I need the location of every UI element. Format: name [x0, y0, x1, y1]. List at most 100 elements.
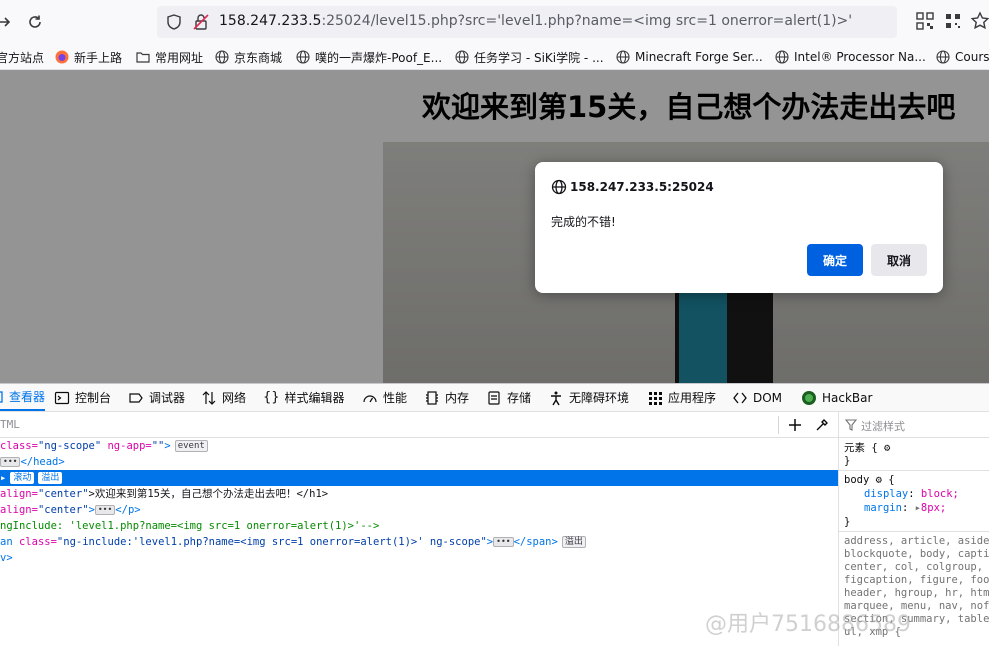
console-icon — [54, 391, 70, 404]
url-text[interactable]: 158.247.233.5:25024/level15.php?src='lev… — [219, 13, 852, 29]
ok-button[interactable]: 确定 — [807, 244, 863, 276]
event-badge[interactable]: event — [174, 440, 208, 452]
tab-label: 内存 — [445, 391, 470, 405]
bookmark-item[interactable]: 京东商城 — [215, 48, 282, 66]
bookmark-label: 任务学习 - SiKi学院 - ... — [474, 50, 604, 65]
folder-icon — [136, 52, 150, 63]
property-name: display — [864, 488, 909, 500]
bookmark-item[interactable]: 任务学习 - SiKi学院 - ... — [455, 48, 604, 66]
markup-line-selected[interactable]: ▸ 滚动 溢出 — [0, 470, 838, 486]
bookmarks-toolbar: 官方站点 新手上路 常用网址 京东商城 噗的一声爆炸-Poof_E... 任务学… — [0, 44, 989, 70]
rule-divider — [839, 470, 989, 471]
element-rule[interactable]: 元素 { ⚙ — [844, 442, 890, 455]
url-host: 158.247.233.5 — [219, 13, 322, 29]
tab-inspector[interactable]: 查看器 — [0, 384, 46, 411]
insecure-lock-icon[interactable] — [192, 13, 210, 31]
shield-icon[interactable] — [165, 13, 183, 31]
url-path: :25024/level15.php?src='level1.php?name=… — [321, 13, 853, 29]
tab-label: 样式编辑器 — [284, 391, 345, 405]
bookmark-item[interactable]: 新手上路 — [55, 48, 122, 66]
tab-label: 存储 — [507, 391, 532, 405]
bookmark-label: 官方站点 — [0, 50, 45, 65]
bookmark-star-icon[interactable] — [970, 11, 989, 31]
debugger-icon — [129, 392, 143, 403]
markup-line[interactable]: ngInclude: 'level1.php?name=<img src=1 o… — [0, 518, 379, 534]
dom-icon — [733, 392, 747, 403]
globe-icon — [936, 50, 950, 64]
bookmark-item[interactable]: Intel® Processor Na... — [775, 48, 926, 66]
bookmark-item[interactable]: Minecraft Forge Ser... — [616, 48, 763, 66]
ua-selector-line: figcaption, figure, foote — [844, 574, 989, 586]
memory-icon — [426, 390, 438, 405]
qr-scan-icon[interactable] — [943, 11, 963, 31]
tab-hackbar[interactable]: HackBar — [801, 384, 872, 411]
gear-icon[interactable]: ⚙ — [884, 442, 890, 454]
tab-network[interactable]: 网络 — [201, 384, 246, 411]
reload-button[interactable] — [23, 10, 47, 34]
tab-dom[interactable]: DOM — [732, 384, 782, 411]
tab-performance[interactable]: 性能 — [362, 384, 407, 411]
body-rule[interactable]: body ⚙ { — [844, 474, 895, 487]
selector: body — [844, 474, 870, 486]
overflow-badge[interactable]: 溢出 — [561, 536, 586, 548]
markup-line[interactable]: ••• </head> — [0, 454, 65, 470]
markup-line[interactable]: v> — [0, 550, 13, 566]
overflow-badge[interactable]: 溢出 — [38, 472, 63, 484]
markup-line[interactable]: align="center"> ••• </p> — [0, 502, 141, 518]
plus-icon[interactable] — [788, 418, 802, 432]
reload-icon — [29, 15, 41, 28]
bookmark-label: Cours — [955, 50, 989, 64]
tab-accessibility[interactable]: 无障碍环境 — [548, 384, 629, 411]
dialog-origin: 158.247.233.5:25024 — [570, 180, 714, 194]
bookmark-folder[interactable]: 常用网址 — [136, 48, 203, 66]
scroll-badge[interactable]: 滚动 — [10, 472, 35, 484]
bookmark-item[interactable]: 官方站点 — [0, 48, 44, 66]
bookmark-label: Intel® Processor Na... — [794, 50, 926, 64]
application-icon — [649, 391, 662, 405]
tab-label: 调试器 — [149, 391, 186, 405]
eyedropper-icon[interactable] — [815, 418, 829, 432]
url-bar[interactable]: 158.247.233.5:25024/level15.php?src='lev… — [157, 6, 897, 38]
collapsed-ellipsis[interactable]: ••• — [0, 457, 21, 467]
attr-name: class= — [12, 536, 57, 548]
qr-code-icon[interactable] — [915, 11, 935, 31]
tab-application[interactable]: 应用程序 — [647, 384, 716, 411]
declaration-margin[interactable]: margin: ▸8px; — [864, 502, 946, 515]
markup-search-input[interactable]: TML — [0, 418, 20, 431]
hackbar-icon — [802, 390, 816, 405]
tab-style-editor[interactable]: {} 样式编辑器 — [263, 384, 345, 411]
collapsed-ellipsis[interactable]: ••• — [94, 505, 116, 515]
tab-storage[interactable]: 存储 — [486, 384, 531, 411]
arrow-right-icon — [0, 17, 11, 27]
tab-label: 应用程序 — [668, 391, 717, 405]
markup-line[interactable]: an class="ng-include:'level1.php?name=<i… — [0, 534, 586, 550]
globe-icon — [296, 50, 310, 64]
markup-line[interactable]: class="ng-scope" ng-app=""> event — [0, 438, 208, 454]
cancel-button[interactable]: 取消 — [871, 244, 927, 276]
property-value: block; — [920, 488, 959, 500]
tag-close: > — [164, 440, 171, 452]
bookmark-label: 京东商城 — [234, 50, 283, 65]
collapsed-ellipsis[interactable]: ••• — [493, 537, 514, 547]
globe-icon — [775, 50, 789, 64]
markup-line[interactable]: align="center">欢迎来到第15关，自己想个办法走出去吧！</h1> — [0, 486, 328, 502]
ua-selector-line: center, col, colgroup, dd — [844, 561, 989, 573]
tab-console[interactable]: 控制台 — [54, 384, 111, 411]
tag-close: </span> — [513, 536, 558, 548]
network-icon — [202, 390, 216, 405]
brace: { — [881, 474, 895, 486]
tab-memory[interactable]: 内存 — [424, 384, 469, 411]
attr-value: "ng-include:'level1.php?name=<img src=1 … — [56, 536, 487, 548]
ua-selector-line: header, hgroup, hr, html — [844, 587, 989, 599]
bookmark-item[interactable]: 噗的一声爆炸-Poof_E... — [296, 48, 442, 66]
tab-debugger[interactable]: 调试器 — [128, 384, 185, 411]
rule-close: } — [844, 516, 851, 528]
property-value: 8px; — [920, 502, 947, 514]
tab-label: 无障碍环境 — [569, 391, 630, 405]
attr-name: ng-app= — [101, 440, 152, 452]
attr-name: align= — [0, 504, 38, 516]
rules-filter-input[interactable]: 过滤样式 — [861, 418, 905, 434]
declaration-display[interactable]: display: block; — [864, 488, 959, 501]
bookmark-item[interactable]: Cours — [936, 48, 989, 66]
forward-button[interactable] — [0, 10, 16, 34]
